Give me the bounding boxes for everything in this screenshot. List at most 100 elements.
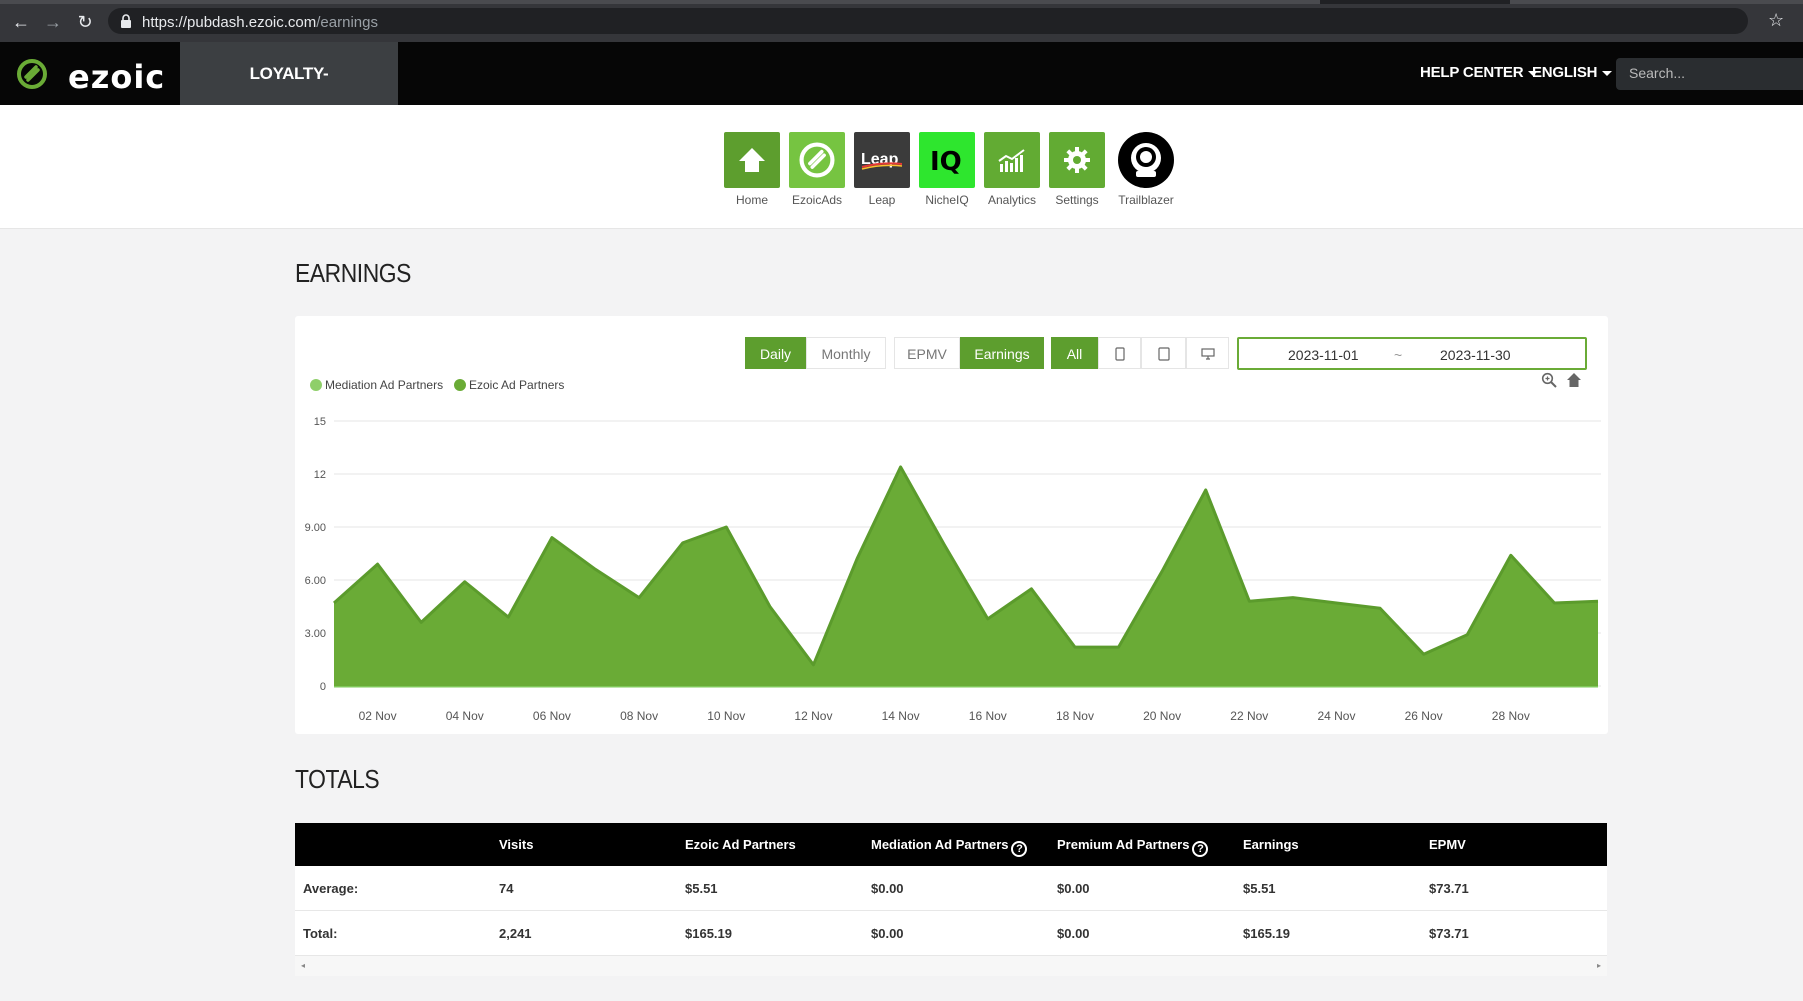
cell-epmv: $73.71 — [1429, 881, 1469, 896]
horizontal-scrollbar[interactable]: ◂ ▸ — [295, 956, 1607, 976]
x-tick-label: 20 Nov — [1143, 709, 1181, 723]
col-mediation-ad-partners: Mediation Ad Partners? — [871, 823, 1028, 866]
monthly-toggle[interactable]: Monthly — [806, 337, 886, 369]
desktop-icon — [1200, 348, 1215, 360]
earnings-toggle[interactable]: Earnings — [960, 337, 1044, 369]
x-tick-label: 26 Nov — [1405, 709, 1443, 723]
earnings-area-chart: 0 3.00 6.00 9.00 12 15 02 Nov 04 Nov 06 Nov 08 No… — [305, 416, 1601, 723]
app-nicheiq[interactable]: IQ NicheIQ — [919, 132, 975, 207]
logo-text: ezoic — [68, 58, 166, 96]
x-tick-label: 04 Nov — [446, 709, 484, 723]
ezoic-logo[interactable]: ezoic — [16, 56, 164, 96]
app-label: Trailblazer — [1118, 193, 1174, 207]
x-tick-label: 08 Nov — [620, 709, 658, 723]
forward-icon[interactable]: → — [42, 11, 64, 33]
cell-ezoic: $165.19 — [685, 926, 732, 941]
cell-epmv: $73.71 — [1429, 926, 1469, 941]
col-visits: Visits — [499, 837, 534, 852]
date-to: 2023-11-30 — [1440, 347, 1511, 363]
cell-mediation: $0.00 — [871, 926, 904, 941]
x-tick-label: 24 Nov — [1317, 709, 1355, 723]
ezoic-logo-icon — [17, 59, 47, 89]
scroll-right-arrow[interactable]: ▸ — [1597, 961, 1601, 970]
leap-icon: Leap — [854, 132, 910, 188]
x-tick-label: 14 Nov — [882, 709, 920, 723]
col-ezoic-ad-partners: Ezoic Ad Partners — [685, 837, 796, 852]
all-devices-toggle[interactable]: All — [1051, 337, 1098, 369]
lock-icon — [121, 14, 131, 28]
back-icon[interactable]: ← — [10, 11, 32, 33]
mobile-device-toggle[interactable] — [1098, 337, 1141, 369]
cell-ezoic: $5.51 — [685, 881, 718, 896]
legend-item-mediation[interactable]: Mediation Ad Partners — [310, 378, 443, 392]
app-leap[interactable]: Leap Leap — [854, 132, 910, 207]
date-from: 2023-11-01 — [1288, 347, 1359, 363]
tablet-icon — [1157, 347, 1170, 361]
app-label: Settings — [1055, 193, 1099, 207]
reload-icon[interactable]: ↻ — [74, 11, 96, 33]
scroll-left-arrow[interactable]: ◂ — [301, 961, 305, 970]
row-label: Average: — [303, 881, 359, 896]
y-tick-label: 9.00 — [305, 522, 326, 534]
col-premium-ad-partners: Premium Ad Partners? — [1057, 823, 1209, 866]
site-selector[interactable]: LOYALTY-PROGRAMS.COM — [180, 42, 398, 146]
browser-chrome: ← → ↻ https://pubdash.ezoic.com/earnings… — [0, 0, 1803, 42]
tablet-device-toggle[interactable] — [1141, 337, 1186, 369]
date-range-picker[interactable]: 2023-11-01 ~ 2023-11-30 — [1237, 337, 1587, 370]
app-home[interactable]: Home — [724, 132, 780, 207]
y-tick-label: 12 — [314, 469, 326, 481]
x-tick-label: 02 Nov — [359, 709, 397, 723]
legend-dot — [454, 379, 466, 391]
trailblazer-astronaut-icon — [1118, 132, 1174, 188]
page-title: EARNINGS — [295, 258, 411, 288]
x-tick-label: 28 Nov — [1492, 709, 1530, 723]
reset-zoom-home-icon[interactable] — [1566, 372, 1582, 388]
cell-visits: 2,241 — [499, 926, 532, 941]
nicheiq-icon: IQ — [919, 132, 975, 188]
app-trailblazer[interactable]: Trailblazer — [1118, 132, 1174, 207]
app-settings[interactable]: Settings — [1049, 132, 1105, 207]
table-header: Visits Ezoic Ad Partners Mediation Ad Pa… — [295, 823, 1607, 866]
bookmark-star-icon[interactable]: ☆ — [1768, 10, 1784, 31]
gear-icon — [1049, 132, 1105, 188]
tab-strip — [0, 0, 1803, 4]
cell-earnings: $5.51 — [1243, 881, 1276, 896]
legend-dot — [310, 379, 322, 391]
x-tick-label: 18 Nov — [1056, 709, 1094, 723]
series-area-1 — [334, 466, 1598, 686]
app-launcher: Home EzoicAds Leap Leap IQ NicheIQ Analy… — [0, 105, 1803, 229]
ezoicads-icon — [789, 132, 845, 188]
url-text[interactable]: https://pubdash.ezoic.com/earnings — [142, 14, 378, 31]
app-ezoicads[interactable]: EzoicAds — [789, 132, 845, 207]
col-epmv: EPMV — [1429, 837, 1466, 852]
desktop-device-toggle[interactable] — [1186, 337, 1229, 369]
analytics-icon — [984, 132, 1040, 188]
language-menu[interactable]: ENGLISH — [1532, 64, 1613, 81]
x-tick-label: 10 Nov — [707, 709, 745, 723]
app-analytics[interactable]: Analytics — [984, 132, 1040, 207]
cell-premium: $0.00 — [1057, 926, 1090, 941]
daily-toggle[interactable]: Daily — [745, 337, 806, 369]
legend-item-ezoic[interactable]: Ezoic Ad Partners — [454, 378, 564, 392]
x-tick-label: 06 Nov — [533, 709, 571, 723]
chevron-down-icon — [1602, 70, 1613, 76]
home-icon — [724, 132, 780, 188]
app-header: ezoic LOYALTY-PROGRAMS.COM HELP CENTER E… — [0, 42, 1803, 146]
help-center-menu[interactable]: HELP CENTER — [1420, 64, 1539, 81]
mobile-icon — [1114, 347, 1125, 361]
table-row-total: Total: 2,241 $165.19 $0.00 $0.00 $165.19… — [295, 911, 1607, 956]
x-tick-label: 16 Nov — [969, 709, 1007, 723]
help-question-icon[interactable]: ? — [1011, 841, 1028, 857]
x-tick-label: 22 Nov — [1230, 709, 1268, 723]
help-question-icon[interactable]: ? — [1192, 841, 1209, 857]
cell-earnings: $165.19 — [1243, 926, 1290, 941]
cell-visits: 74 — [499, 881, 514, 896]
row-label: Total: — [303, 926, 338, 941]
zoom-icon[interactable] — [1541, 372, 1557, 388]
x-tick-label: 12 Nov — [794, 709, 832, 723]
y-tick-label: 3.00 — [305, 628, 326, 640]
date-separator: ~ — [1394, 347, 1403, 363]
y-tick-label: 0 — [320, 681, 326, 693]
search-input[interactable]: Search... — [1616, 58, 1803, 90]
epmv-toggle[interactable]: EPMV — [894, 337, 960, 369]
